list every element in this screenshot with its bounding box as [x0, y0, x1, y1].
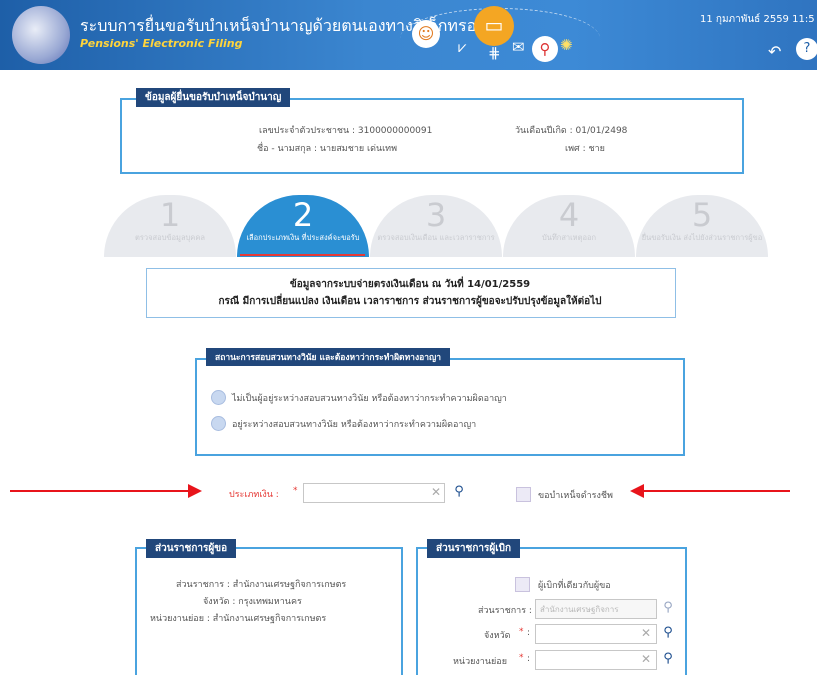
paying-agency-label: ส่วนราชการ :: [478, 606, 532, 616]
investigation-panel: [195, 358, 685, 456]
colon: :: [527, 628, 531, 638]
radio-not-under-investigation[interactable]: [211, 390, 226, 405]
living-pension-checkbox[interactable]: [516, 487, 531, 502]
step-label: บันทึกสาเหตุออก: [541, 233, 597, 242]
required-mark: *: [519, 627, 524, 637]
active-step-underline: [240, 254, 365, 256]
applicant-name: ชื่อ - นามสกุล : นายสมชาย เด่นเทพ: [257, 144, 398, 154]
required-mark: *: [293, 486, 298, 496]
step-3[interactable]: 3 ตรวจสอบเงินเดือน และเวลาราชการ: [370, 195, 502, 257]
search-icon[interactable]: ⚲: [450, 483, 468, 501]
step-1[interactable]: 1 ตรวจสอบข้อมูลบุคคล: [104, 195, 236, 257]
requesting-agency-province: จังหวัด : กรุงเทพมหานคร: [203, 597, 302, 607]
search-icon[interactable]: ⚲: [659, 624, 677, 642]
annotation-arrowhead-left: [188, 484, 202, 498]
step-label: เลือกประเภทเงิน ที่ประสงค์จะขอรับ: [246, 233, 360, 242]
calculator-icon[interactable]: ⋕: [488, 44, 501, 62]
same-as-requester-label: ผู้เบิกที่เดียวกับผู้ขอ: [538, 581, 611, 591]
annotation-arrow-left: [10, 490, 192, 492]
step-4[interactable]: 4 บันทึกสาเหตุออก: [503, 195, 635, 257]
back-arrow-icon[interactable]: ↶: [768, 42, 781, 61]
monitor-icon[interactable]: ▭: [474, 6, 514, 46]
step-number: 5: [691, 196, 713, 234]
colon: :: [527, 654, 531, 664]
step-label: ตรวจสอบข้อมูลบุคคล: [135, 233, 205, 242]
step-number: 2: [292, 196, 314, 234]
help-icon[interactable]: ?: [796, 38, 817, 60]
requesting-agency-subunit: หน่วยงานย่อย : สำนักงานเศรษฐกิจการเกษตร: [150, 614, 327, 624]
app-title: ระบบการยื่นขอรับบำเหน็จบำนาญด้วยตนเองทาง…: [80, 16, 507, 35]
mail-icon[interactable]: ✉: [512, 38, 525, 56]
annotation-arrow-right: [642, 490, 790, 492]
applicant-birthdate: วันเดือนปีเกิด : 01/01/2498: [515, 126, 628, 136]
clear-icon[interactable]: ✕: [641, 652, 651, 666]
notice-line-1: ข้อมูลจากระบบจ่ายตรงเงินเดือน ณ วันที่ 1…: [289, 279, 531, 290]
pension-type-label: ประเภทเงิน :: [229, 490, 279, 500]
step-number: 4: [558, 196, 580, 234]
search-icon[interactable]: ⚲: [532, 36, 558, 62]
notice-box: [146, 268, 676, 318]
requesting-agency-title: ส่วนราชการผู้ขอ: [146, 539, 237, 558]
paying-province-input[interactable]: [535, 624, 657, 644]
paying-subunit-input[interactable]: [535, 650, 657, 670]
pension-type-input[interactable]: [303, 483, 445, 503]
lightbulb-icon[interactable]: ✺: [560, 36, 573, 54]
requesting-agency-name: ส่วนราชการ : สำนักงานเศรษฐกิจการเกษตร: [176, 580, 347, 590]
step-label: ตรวจสอบเงินเดือน และเวลาราชการ: [377, 233, 495, 242]
clear-icon[interactable]: ✕: [641, 626, 651, 640]
radio-under-investigation[interactable]: [211, 416, 226, 431]
header-date: 11 กุมภาพันธ์ 2559 11:5: [700, 14, 815, 25]
step-number: 1: [159, 196, 181, 234]
applicant-panel-title: ข้อมูลผู้ยื่นขอรับบำเหน็จบำนาญ: [136, 88, 291, 107]
paying-agency-title: ส่วนราชการผู้เบิก: [427, 539, 521, 558]
agency-logo: [12, 6, 70, 64]
notice-line-2: กรณี มีการเปลี่ยนแปลง เงินเดือน เวลาราชก…: [218, 296, 602, 307]
paying-province-label: จังหวัด: [484, 631, 511, 641]
step-label: ยื่นขอรับเงิน ส่งไปยังส่วนราชการผู้ขอ: [641, 233, 763, 242]
required-mark: *: [519, 653, 524, 663]
option-under-investigation: อยู่ระหว่างสอบสวนทางวินัย หรือต้องหาว่าก…: [232, 420, 477, 430]
paying-subunit-label: หน่วยงานย่อย: [453, 657, 507, 667]
applicant-id: เลขประจำตัวประชาชน : 3100000000091: [259, 126, 433, 136]
chart-icon[interactable]: ⩗: [458, 38, 466, 56]
clear-icon[interactable]: ✕: [431, 485, 441, 499]
step-number: 3: [425, 196, 447, 234]
search-icon[interactable]: ⚲: [659, 650, 677, 668]
investigation-panel-title: สถานะการสอบสวนทางวินัย และต้องหาว่ากระทำ…: [206, 348, 451, 366]
search-icon[interactable]: ⚲: [659, 599, 677, 617]
person-icon[interactable]: ☺: [412, 20, 440, 48]
option-not-under-investigation: ไม่เป็นผู้อยู่ระหว่างสอบสวนทางวินัย หรือ…: [232, 394, 507, 404]
step-5[interactable]: 5 ยื่นขอรับเงิน ส่งไปยังส่วนราชการผู้ขอ: [636, 195, 768, 257]
living-pension-label: ขอบำเหน็จดำรงชีพ: [538, 491, 613, 501]
same-as-requester-checkbox[interactable]: [515, 577, 530, 592]
step-2[interactable]: 2 เลือกประเภทเงิน ที่ประสงค์จะขอรับ: [237, 195, 369, 257]
paying-agency-value: สำนักงานเศรษฐกิจการ: [540, 605, 619, 614]
applicant-gender: เพศ : ชาย: [565, 144, 605, 154]
app-subtitle: Pensions' Electronic Filing: [80, 37, 243, 50]
